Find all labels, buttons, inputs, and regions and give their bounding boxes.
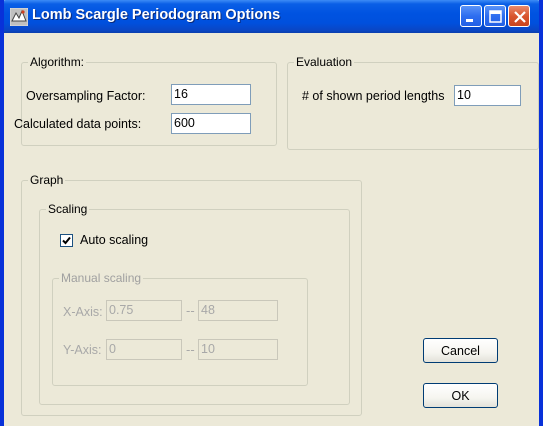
scaling-group: Scaling Auto scaling Manual scaling X-Ax… — [39, 202, 350, 405]
periods-label: # of shown period lengths — [302, 89, 445, 103]
x-axis-max-input[interactable]: 48 — [198, 300, 278, 321]
x-axis-min-input[interactable]: 0.75 — [106, 300, 182, 321]
scaling-legend: Scaling — [46, 202, 90, 216]
dialog-window: Lomb Scargle Periodogram Options Algorit… — [0, 0, 543, 426]
calculated-datapoints-input[interactable]: 600 — [171, 113, 251, 134]
checkmark-icon — [62, 236, 71, 245]
window-title: Lomb Scargle Periodogram Options — [32, 7, 281, 23]
cancel-button[interactable]: Cancel — [423, 338, 498, 363]
oversampling-factor-input[interactable]: 16 — [171, 84, 251, 105]
shown-periods-input[interactable]: 10 — [454, 85, 521, 106]
auto-scaling-label[interactable]: Auto scaling — [80, 233, 148, 247]
minimize-button[interactable] — [460, 5, 482, 27]
y-axis-min-input[interactable]: 0 — [106, 339, 182, 360]
oversampling-label: Oversampling Factor: — [26, 89, 146, 103]
evaluation-group: Evaluation # of shown period lengths 10 — [287, 55, 539, 150]
algorithm-legend: Algorithm: — [28, 55, 87, 69]
close-button[interactable] — [508, 5, 530, 27]
maximize-button[interactable] — [484, 5, 506, 27]
ok-button[interactable]: OK — [423, 383, 498, 408]
x-axis-separator: -- — [186, 304, 195, 318]
algorithm-group: Algorithm: Oversampling Factor: 16 Calcu… — [14, 55, 277, 146]
auto-scaling-checkbox[interactable] — [60, 234, 73, 247]
maximize-icon — [489, 10, 502, 23]
title-bar[interactable]: Lomb Scargle Periodogram Options — [4, 0, 539, 33]
datapoints-label: Calculated data points: — [14, 117, 142, 131]
close-icon — [514, 11, 526, 23]
manual-scaling-legend: Manual scaling — [59, 271, 144, 285]
app-icon — [10, 8, 28, 26]
y-axis-separator: -- — [186, 343, 195, 357]
graph-group: Graph Scaling Auto scaling Manual scalin… — [21, 173, 362, 416]
y-axis-max-input[interactable]: 10 — [198, 339, 278, 360]
manual-scaling-group: Manual scaling X-Axis: 0.75 -- 48 Y-Axis… — [52, 271, 308, 386]
minimize-icon — [466, 19, 473, 22]
graph-legend: Graph — [28, 173, 66, 187]
x-axis-label: X-Axis: — [63, 305, 103, 319]
evaluation-legend: Evaluation — [294, 55, 355, 69]
y-axis-label: Y-Axis: — [63, 343, 102, 357]
